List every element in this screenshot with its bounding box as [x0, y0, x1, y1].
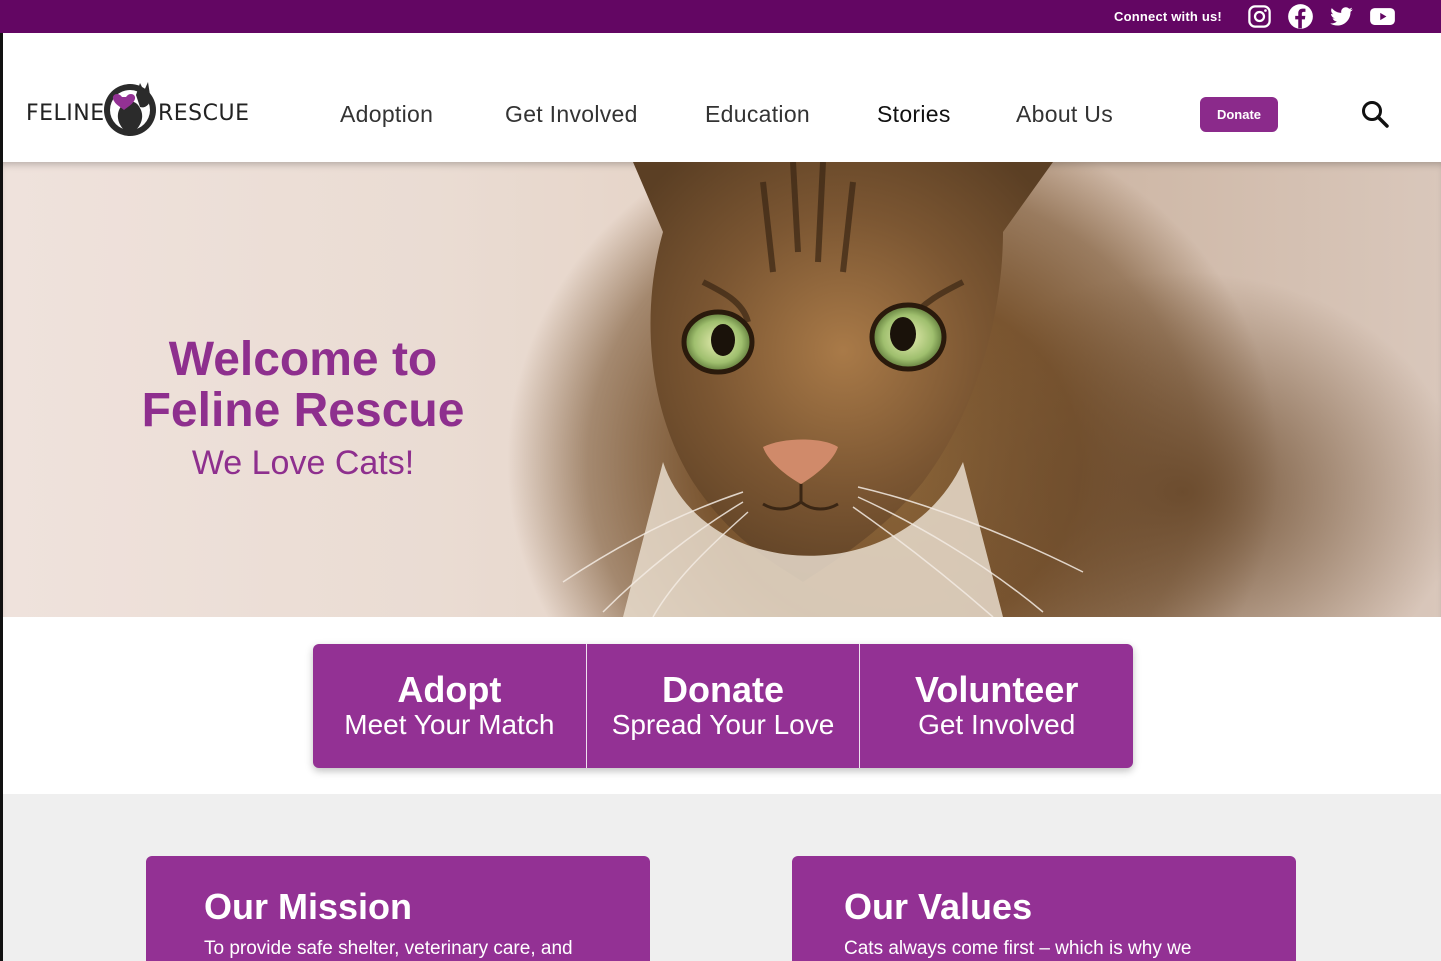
cta-panel: Adopt Meet Your Match Donate Spread Your…: [313, 644, 1133, 768]
logo-cat-icon: [104, 82, 156, 136]
values-text: Cats always come first – which is why we: [844, 938, 1192, 959]
search-icon[interactable]: [1360, 99, 1390, 129]
cta-volunteer[interactable]: Volunteer Get Involved: [859, 644, 1133, 768]
mission-text: To provide safe shelter, veterinary care…: [204, 938, 573, 959]
hero-title-line2: Feline Rescue: [141, 384, 465, 437]
hero-banner: Welcome to Feline Rescue We Love Cats!: [3, 162, 1441, 617]
cta-adopt-subtitle: Meet Your Match: [344, 709, 555, 740]
hero-subtitle: We Love Cats!: [191, 444, 415, 482]
nav-adoption[interactable]: Adoption: [340, 101, 433, 128]
cta-volunteer-title: Volunteer: [915, 669, 1079, 710]
twitter-icon[interactable]: [1328, 3, 1355, 30]
logo-word-right: RESCUE: [158, 101, 250, 126]
site-header: FELINE RESCUE Adoption Get Involved Educ…: [3, 33, 1441, 162]
nav-about-us[interactable]: About Us: [1016, 101, 1113, 128]
cta-adopt[interactable]: Adopt Meet Your Match: [313, 644, 586, 768]
cta-adopt-title: Adopt: [397, 669, 502, 710]
youtube-icon[interactable]: [1369, 3, 1396, 30]
logo-word-left: FELINE: [26, 101, 105, 126]
connect-label: Connect with us!: [1114, 9, 1222, 24]
hero-title: Welcome to Feline Rescue: [133, 334, 473, 436]
mission-card: Our Mission To provide safe shelter, vet…: [146, 856, 650, 961]
hero-title-line1: Welcome to: [168, 333, 438, 386]
mission-title: Our Mission: [204, 886, 413, 927]
nav-education[interactable]: Education: [705, 101, 810, 128]
instagram-icon[interactable]: [1246, 3, 1273, 30]
cta-donate-subtitle: Spread Your Love: [611, 709, 835, 740]
cta-volunteer-subtitle: Get Involved: [918, 709, 1076, 740]
values-title: Our Values: [844, 886, 1033, 927]
values-card: Our Values Cats always come first – whic…: [792, 856, 1296, 961]
nav-get-involved[interactable]: Get Involved: [505, 101, 638, 128]
facebook-icon[interactable]: [1287, 3, 1314, 30]
top-bar: Connect with us!: [0, 0, 1441, 33]
site-logo[interactable]: FELINE RESCUE: [26, 77, 249, 137]
donate-button[interactable]: Donate: [1200, 97, 1278, 132]
cta-donate[interactable]: Donate Spread Your Love: [585, 644, 860, 768]
cta-donate-title: Donate: [662, 669, 785, 710]
nav-stories[interactable]: Stories: [877, 101, 951, 128]
